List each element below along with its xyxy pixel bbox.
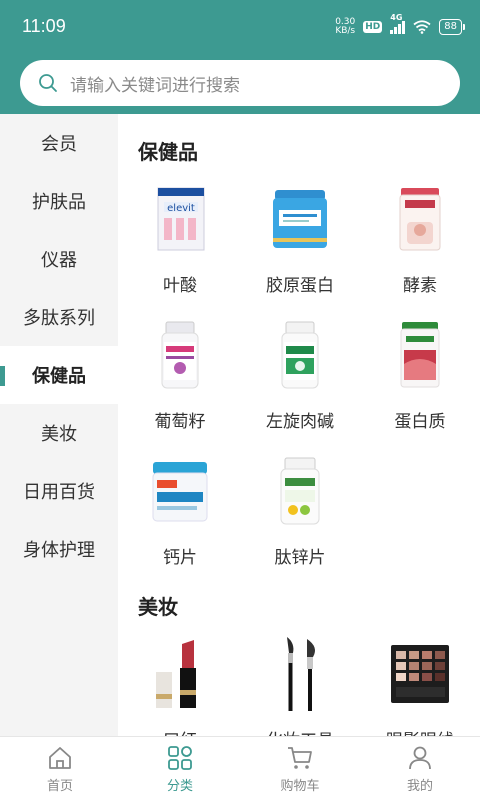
tab-label: 首页 (46, 778, 73, 794)
sidebar-item-devices[interactable]: 仪器 (0, 230, 118, 288)
net-speed-unit: KB/s (335, 26, 356, 36)
signal-icon: 4G (390, 13, 406, 34)
category-grid-icon (168, 745, 192, 770)
makeup-brush-icon (262, 636, 338, 712)
category-sidebar: 会员 护肤品 仪器 多肽系列 保健品 美妆 日用百货 身体护理 (0, 114, 118, 736)
lipstick-icon (142, 636, 218, 712)
sidebar-item-daily-goods[interactable]: 日用百货 (0, 462, 118, 520)
product-label: 葡萄籽 (154, 412, 206, 432)
pill-bottle-icon (262, 453, 338, 529)
product-label: 肽锌片 (274, 548, 326, 568)
signal-label: 4G (390, 13, 403, 22)
product-item[interactable]: 葡萄籽 (120, 301, 240, 437)
status-time: 11:09 (22, 16, 66, 36)
category-content: 保健品 elevit 叶酸 胶原蛋白 酵素 葡萄籽 左旋肉碱 蛋白质 钙片 肽锌… (118, 114, 480, 736)
product-item[interactable]: 胶原蛋白 (240, 165, 360, 301)
product-label: 化妆工具 (266, 726, 334, 736)
tab-label: 分类 (166, 778, 193, 794)
product-item[interactable]: 酵素 (360, 165, 480, 301)
sidebar-item-member[interactable]: 会员 (0, 114, 118, 172)
status-bar: 11:09 0.30 KB/s HD 4G 88 (0, 0, 480, 56)
powder-can-icon (262, 181, 338, 257)
header: 请输入关键词进行搜索 (0, 56, 480, 114)
shake-canister-icon (382, 317, 458, 393)
tub-icon (142, 453, 218, 529)
battery-icon: 88 (439, 19, 465, 35)
product-label: 胶原蛋白 (266, 276, 334, 296)
tab-home[interactable]: 首页 (0, 737, 120, 800)
search-icon (39, 74, 57, 92)
pill-bottle-icon (262, 317, 338, 393)
cart-icon (288, 746, 312, 769)
canister-icon (382, 181, 458, 257)
supplement-box-icon: elevit (142, 181, 218, 257)
product-label: 钙片 (163, 548, 197, 568)
product-item[interactable]: 口红 (120, 620, 240, 736)
sidebar-item-makeup[interactable]: 美妆 (0, 404, 118, 462)
product-label: 左旋肉碱 (266, 412, 334, 432)
tab-label: 购物车 (280, 778, 320, 794)
hd-badge: HD (363, 21, 383, 33)
bottom-tab-bar: 首页 分类 购物车 我的 (0, 736, 480, 800)
sidebar-item-peptide-series[interactable]: 多肽系列 (0, 288, 118, 346)
home-icon (49, 746, 71, 769)
tab-cart[interactable]: 购物车 (240, 737, 360, 800)
status-icons: 0.30 KB/s HD 4G 88 (335, 13, 465, 36)
product-item[interactable]: 左旋肉碱 (240, 301, 360, 437)
search-bar[interactable]: 请输入关键词进行搜索 (20, 60, 460, 106)
tab-category[interactable]: 分类 (120, 737, 240, 800)
product-label: 蛋白质 (394, 412, 446, 432)
product-item[interactable]: 肽锌片 (240, 437, 360, 573)
product-label: 口红 (163, 726, 197, 736)
product-grid: elevit 叶酸 胶原蛋白 酵素 葡萄籽 左旋肉碱 蛋白质 钙片 肽锌片 (118, 165, 480, 573)
product-item[interactable]: 眼影眼线 (360, 620, 480, 736)
pill-bottle-icon (142, 317, 218, 393)
product-grid: 口红 化妆工具 (118, 620, 480, 736)
section-title: 美妆 (138, 595, 178, 619)
sidebar-item-health-supplements[interactable]: 保健品 (0, 346, 118, 404)
product-item[interactable]: elevit 叶酸 (120, 165, 240, 301)
product-label: 酵素 (403, 276, 437, 296)
product-item[interactable]: 蛋白质 (360, 301, 480, 437)
section-title: 保健品 (138, 140, 198, 164)
user-icon (409, 746, 431, 769)
sidebar-item-body-care[interactable]: 身体护理 (0, 520, 118, 578)
tab-label: 我的 (406, 778, 433, 794)
wifi-icon (413, 20, 431, 34)
svg-text:elevit: elevit (167, 203, 195, 214)
tab-profile[interactable]: 我的 (360, 737, 480, 800)
sidebar-item-skincare[interactable]: 护肤品 (0, 172, 118, 230)
product-item[interactable]: 钙片 (120, 437, 240, 573)
eyeshadow-palette-icon (382, 636, 458, 712)
product-label: 叶酸 (163, 276, 197, 296)
product-item[interactable]: 化妆工具 (240, 620, 360, 736)
search-input[interactable]: 请输入关键词进行搜索 (70, 71, 240, 96)
net-speed: 0.30 KB/s (335, 18, 355, 36)
product-label: 眼影眼线 (386, 726, 454, 736)
